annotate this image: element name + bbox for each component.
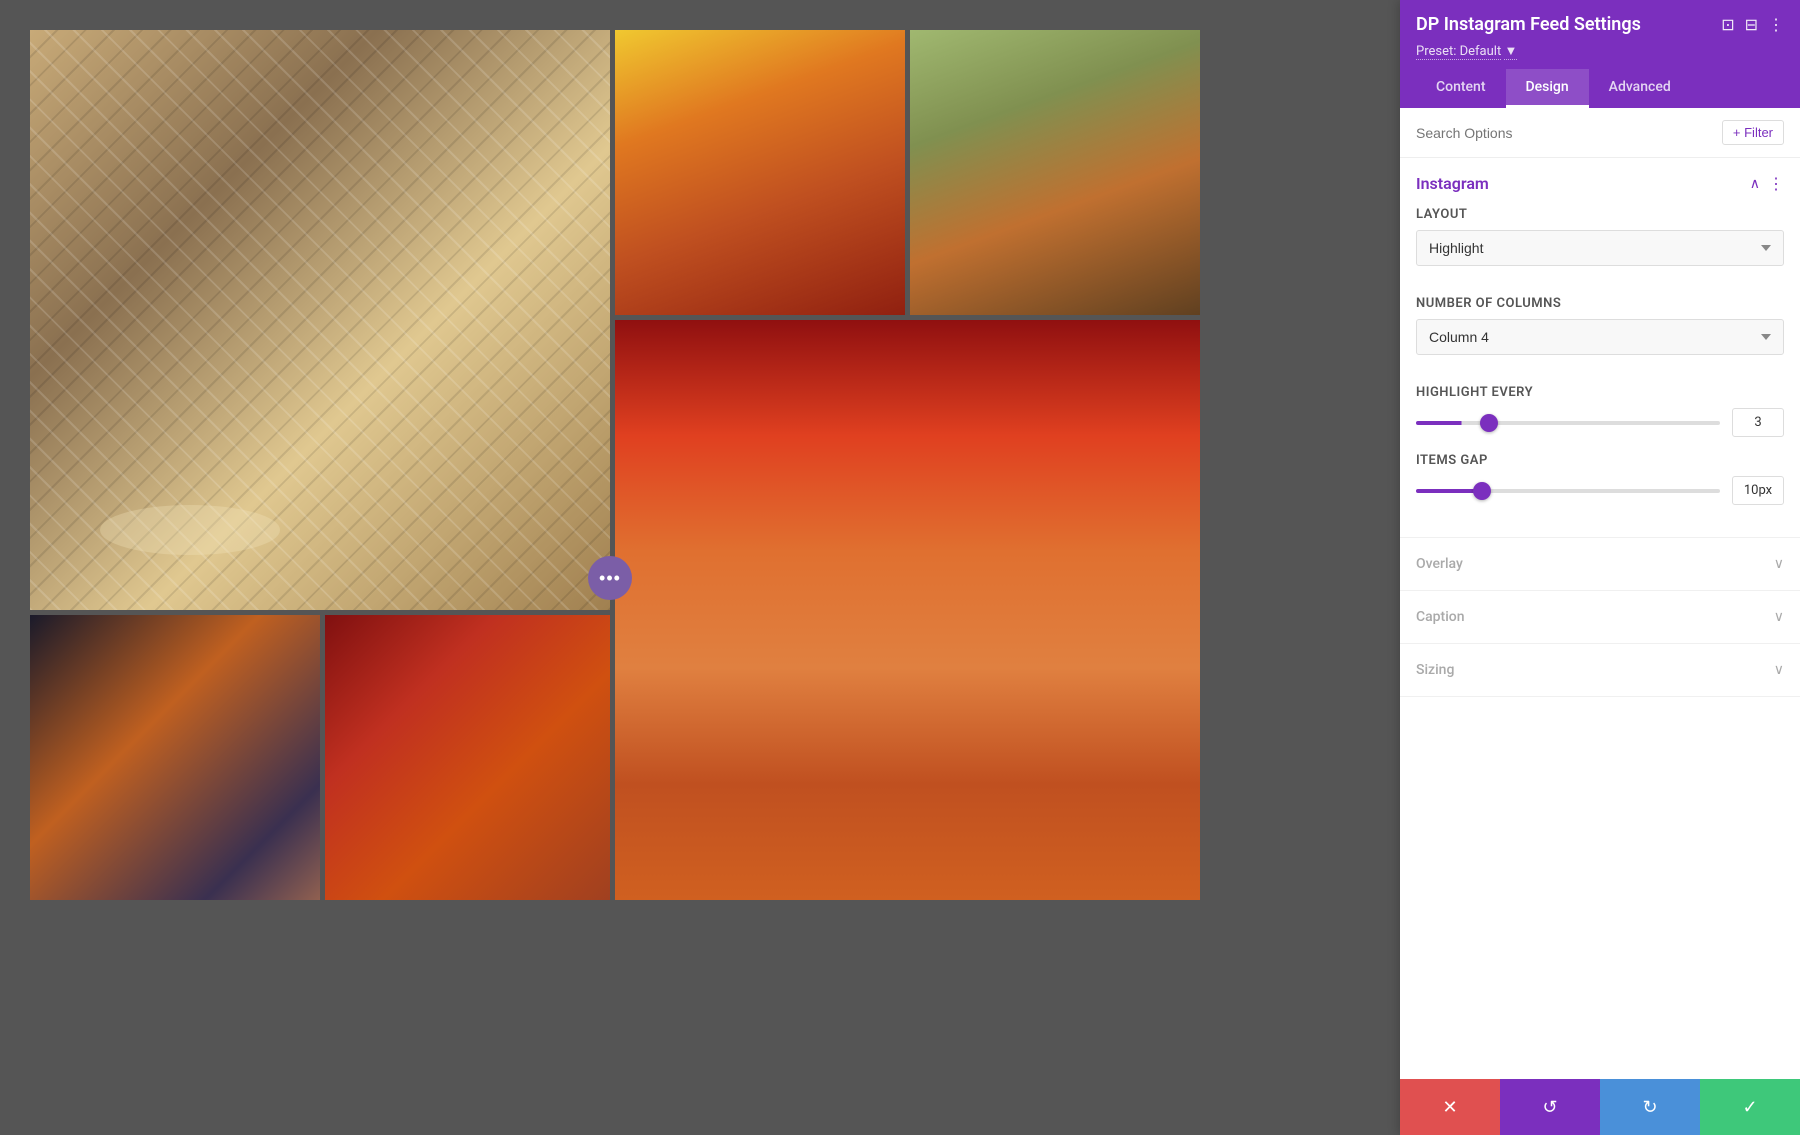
photo-large-picnic [30, 30, 610, 610]
filter-button[interactable]: + Filter [1722, 120, 1784, 145]
photo-right-large [615, 320, 1200, 900]
more-icon[interactable]: ⋮ [1768, 15, 1784, 34]
photo-top-right [910, 30, 1200, 315]
items-gap-slider[interactable] [1416, 489, 1720, 493]
columns-field-group: Number of columns Column 1 Column 2 Colu… [1416, 296, 1784, 369]
panel-header: DP Instagram Feed Settings ⊡ ⊟ ⋮ Preset:… [1400, 0, 1800, 108]
highlight-every-value: 3 [1732, 408, 1784, 437]
section-chevron-icon[interactable]: ∧ [1750, 176, 1760, 192]
instagram-section: Instagram ∧ ⋮ Layout Highlight Grid Maso… [1400, 158, 1800, 538]
highlight-every-field-group: Highlight Every 3 [1416, 385, 1784, 437]
highlight-every-slider-row: 3 [1416, 408, 1784, 437]
panel-title-icons: ⊡ ⊟ ⋮ [1721, 15, 1784, 34]
sizing-chevron-icon: ∨ [1774, 662, 1784, 678]
search-row: + Filter [1400, 108, 1800, 158]
highlight-every-label: Highlight Every [1416, 385, 1784, 400]
photo-bottom-row [0, 865, 600, 1135]
layout-field-group: Layout Highlight Grid Masonry Slider [1416, 207, 1784, 280]
panel-body: + Filter Instagram ∧ ⋮ Layout Highlight … [1400, 108, 1800, 1079]
tab-advanced[interactable]: Advanced [1589, 69, 1691, 108]
columns-label: Number of columns [1416, 296, 1784, 311]
more-options-button[interactable]: ••• [588, 556, 632, 600]
redo-icon: ↻ [1642, 1097, 1657, 1118]
search-input[interactable] [1416, 125, 1714, 141]
dots-icon: ••• [599, 568, 621, 589]
expand-icon[interactable]: ⊟ [1745, 15, 1758, 34]
panel-title: DP Instagram Feed Settings [1416, 14, 1641, 35]
items-gap-value: 10px [1732, 476, 1784, 505]
items-gap-field-group: Items Gap 10px [1416, 453, 1784, 505]
cancel-button[interactable]: ✕ [1400, 1079, 1500, 1135]
highlight-every-slider[interactable] [1416, 421, 1720, 425]
action-bar: ✕ ↺ ↻ ✓ [1400, 1079, 1800, 1135]
settings-panel: DP Instagram Feed Settings ⊡ ⊟ ⋮ Preset:… [1400, 0, 1800, 1135]
columns-select[interactable]: Column 1 Column 2 Column 3 Column 4 Colu… [1416, 319, 1784, 355]
overlay-chevron-icon: ∨ [1774, 556, 1784, 572]
items-gap-label: Items Gap [1416, 453, 1784, 468]
photo-preview-area: ••• [0, 0, 1400, 1135]
sizing-label: Sizing [1416, 662, 1454, 678]
cancel-icon: ✕ [1442, 1097, 1457, 1118]
photo-top-mid [615, 30, 905, 315]
overlay-label: Overlay [1416, 556, 1463, 572]
layout-select[interactable]: Highlight Grid Masonry Slider [1416, 230, 1784, 266]
overlay-section[interactable]: Overlay ∨ [1400, 538, 1800, 591]
panel-title-row: DP Instagram Feed Settings ⊡ ⊟ ⋮ [1416, 14, 1784, 35]
caption-chevron-icon: ∨ [1774, 609, 1784, 625]
confirm-icon: ✓ [1742, 1097, 1757, 1118]
confirm-button[interactable]: ✓ [1700, 1079, 1800, 1135]
panel-preset[interactable]: Preset: Default ▼ [1416, 43, 1784, 59]
section-header-icons: ∧ ⋮ [1750, 174, 1784, 193]
section-dots-icon[interactable]: ⋮ [1768, 174, 1784, 193]
section-header: Instagram ∧ ⋮ [1416, 174, 1784, 193]
redo-button[interactable]: ↻ [1600, 1079, 1700, 1135]
caption-section[interactable]: Caption ∨ [1400, 591, 1800, 644]
sizing-section[interactable]: Sizing ∨ [1400, 644, 1800, 697]
section-title: Instagram [1416, 174, 1489, 193]
photo-bot-left [30, 615, 320, 900]
panel-tabs: Content Design Advanced [1416, 69, 1784, 108]
layout-label: Layout [1416, 207, 1784, 222]
items-gap-slider-row: 10px [1416, 476, 1784, 505]
tab-content[interactable]: Content [1416, 69, 1506, 108]
minimize-icon[interactable]: ⊡ [1721, 15, 1734, 34]
photo-bot-mid [325, 615, 610, 900]
tab-design[interactable]: Design [1506, 69, 1589, 108]
caption-label: Caption [1416, 609, 1465, 625]
undo-icon: ↺ [1542, 1097, 1557, 1118]
undo-button[interactable]: ↺ [1500, 1079, 1600, 1135]
